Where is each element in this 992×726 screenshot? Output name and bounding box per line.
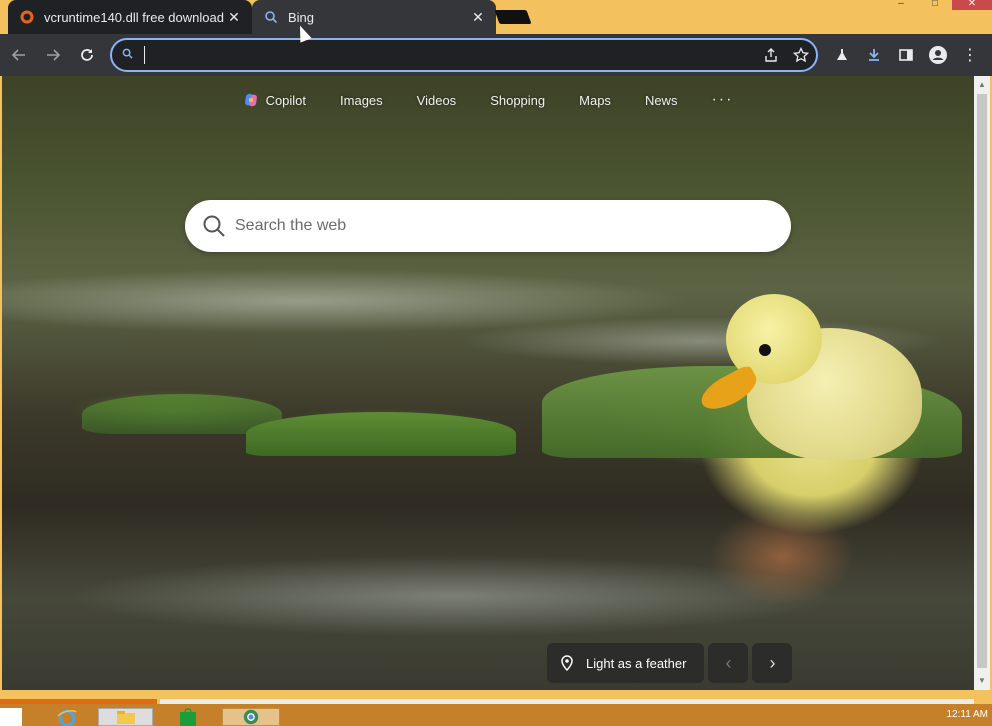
location-pin-icon xyxy=(561,655,573,671)
previous-image-button[interactable]: ‹ xyxy=(708,643,749,683)
close-icon[interactable]: ✕ xyxy=(226,9,242,25)
scroll-up-icon[interactable]: ▲ xyxy=(974,78,990,92)
window-controls: – □ ✕ xyxy=(884,0,992,10)
scroll-down-icon[interactable]: ▼ xyxy=(974,674,990,688)
caption-text: Light as a feather xyxy=(586,655,687,671)
bookmark-star-icon[interactable] xyxy=(786,40,816,70)
nav-news[interactable]: News xyxy=(628,86,695,114)
start-button[interactable] xyxy=(0,708,22,726)
forward-arrow-icon[interactable] xyxy=(38,40,68,70)
lily-pad xyxy=(246,412,516,456)
nav-videos[interactable]: Videos xyxy=(400,86,474,114)
address-input[interactable] xyxy=(149,47,756,63)
more-options-icon[interactable]: ··· xyxy=(694,86,750,114)
nav-label: Copilot xyxy=(265,92,307,108)
windows-taskbar xyxy=(0,704,992,726)
vertical-scrollbar[interactable]: ▲ ▼ xyxy=(974,76,990,690)
nav-copilot[interactable]: Copilot xyxy=(226,86,323,114)
scrollbar-thumb[interactable] xyxy=(977,94,987,668)
taskbar-clock: 12:11 AM xyxy=(946,709,988,720)
nav-images[interactable]: Images xyxy=(323,86,400,114)
tab-title: Bing xyxy=(288,9,315,25)
download-icon[interactable] xyxy=(858,40,890,70)
close-window-button[interactable]: ✕ xyxy=(952,0,992,10)
share-icon[interactable] xyxy=(756,40,786,70)
tab-bing[interactable]: Bing ✕ xyxy=(252,0,496,34)
gear-icon xyxy=(18,8,36,26)
side-panel-icon[interactable] xyxy=(890,40,922,70)
search-input[interactable] xyxy=(235,217,791,235)
text-caret xyxy=(144,46,145,64)
reload-icon[interactable] xyxy=(72,40,102,70)
nav-maps[interactable]: Maps xyxy=(562,86,628,114)
bing-page: Copilot Images Videos Shopping Maps News… xyxy=(2,76,974,690)
chrome-taskbar-icon[interactable] xyxy=(222,708,280,726)
address-bar[interactable] xyxy=(110,38,818,72)
kebab-menu-icon[interactable]: ⋮ xyxy=(954,40,986,70)
toolbar-actions: ⋮ xyxy=(826,40,986,70)
bing-search-box[interactable] xyxy=(185,200,791,252)
profile-avatar-icon[interactable] xyxy=(922,40,954,70)
browser-toolbar: ⋮ xyxy=(0,34,992,76)
tab-strip: vcruntime140.dll free download ✕ Bing ✕ … xyxy=(0,0,992,34)
tab-title: vcruntime140.dll free download xyxy=(44,9,224,25)
image-caption[interactable]: Light as a feather xyxy=(547,643,705,683)
next-image-button[interactable]: › xyxy=(752,643,793,683)
file-explorer-icon[interactable] xyxy=(98,708,153,726)
search-icon xyxy=(122,48,136,62)
internet-explorer-icon[interactable] xyxy=(52,708,82,726)
back-arrow-icon[interactable] xyxy=(4,40,34,70)
duckling-eye xyxy=(759,344,771,356)
labs-flask-icon[interactable] xyxy=(826,40,858,70)
new-tab-button[interactable] xyxy=(494,10,532,24)
minimize-button[interactable]: – xyxy=(884,0,918,10)
copilot-icon xyxy=(244,93,257,107)
image-caption-bar: Light as a feather ‹ › xyxy=(547,643,793,683)
search-icon xyxy=(262,8,280,26)
nav-shopping[interactable]: Shopping xyxy=(473,86,562,114)
close-icon[interactable]: ✕ xyxy=(470,9,486,25)
tab-vcruntime[interactable]: vcruntime140.dll free download ✕ xyxy=(8,0,252,34)
store-icon[interactable] xyxy=(168,708,208,726)
bing-top-nav: Copilot Images Videos Shopping Maps News… xyxy=(2,86,974,114)
maximize-button[interactable]: □ xyxy=(918,0,952,10)
search-icon xyxy=(203,215,225,237)
bottom-strip xyxy=(0,690,992,704)
